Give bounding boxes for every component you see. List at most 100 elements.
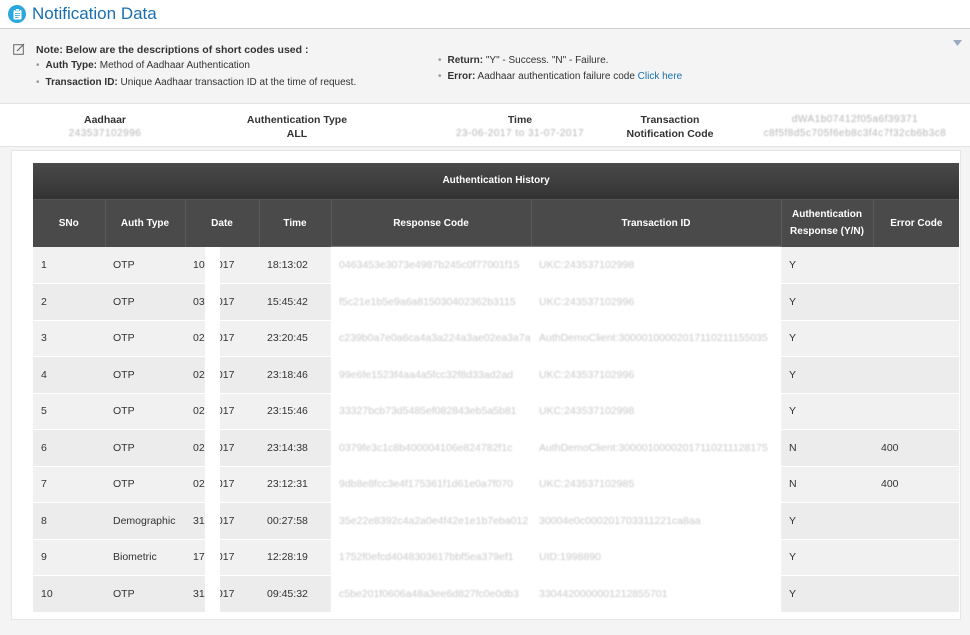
cell-response-code: f5c21e1b5e9a6a815030402362b3115 (331, 283, 531, 321)
cell-error-code (873, 393, 960, 430)
page-title: Notification Data (32, 4, 157, 23)
cell-error-code (873, 283, 960, 321)
cell-response-code: 0463453e3073e4987b245c0f77001f15 (331, 247, 531, 284)
error-codes-link[interactable]: Click here (638, 71, 682, 82)
time-label: Time (507, 114, 533, 126)
cell-auth-type: Demographic (105, 502, 185, 540)
authentication-history-table: Authentication History SNo Auth Type Date T… (33, 163, 960, 613)
table-row: 5 OTP 02- 2017 23:15:46 33327bcb73d5485ef082… (33, 393, 960, 430)
txn-notification-value-1: dWA1b07412f05a6f39371 (791, 114, 919, 125)
summary-bar: Aadhaar 243537102996 Authentication Type… (0, 103, 970, 147)
cell-date: 17- 2017 (185, 539, 259, 576)
cell-auth-response: N (781, 429, 873, 467)
cell-error-code: 400 (873, 429, 960, 467)
cell-auth-type: OTP (105, 429, 185, 467)
cell-date: 31- 2017 (185, 575, 259, 613)
table-caption: Authentication History (33, 163, 960, 200)
cell-error-code (873, 539, 960, 576)
collapse-caret-icon[interactable] (953, 40, 962, 46)
column-header-auth-type[interactable]: Auth Type (105, 199, 186, 247)
cell-error-code (873, 502, 960, 540)
notes-heading: Note: Below are the descriptions of shor… (36, 44, 309, 56)
cell-sno: 5 (33, 393, 105, 430)
column-header-sno[interactable]: SNo (33, 199, 106, 247)
cell-response-code: 33327bcb73d5485ef082843eb5a5b81 (331, 393, 531, 430)
table-row: 4 OTP 02- 2017 23:18:46 99e6fe1523f4aa4a5fcc… (33, 356, 960, 394)
cell-time: 23:18:46 (259, 356, 331, 394)
cell-auth-response: Y (781, 539, 873, 576)
cell-auth-type: OTP (105, 247, 185, 284)
cell-sno: 4 (33, 356, 105, 394)
cell-response-code: 0379fe3c1c8b400004106e824782f1c (331, 429, 531, 467)
cell-error-code (873, 356, 960, 394)
cell-auth-type: Biometric (105, 539, 185, 576)
cell-auth-response: Y (781, 356, 873, 394)
cell-sno: 10 (33, 575, 105, 613)
cell-date: 02- 2017 (185, 429, 259, 467)
cell-sno: 7 (33, 466, 105, 503)
cell-date: 02- 2017 (185, 320, 259, 357)
date-mask-strip (205, 247, 220, 283)
txn-notification-label-top: Transaction (640, 114, 700, 126)
cell-auth-response: Y (781, 283, 873, 321)
cell-auth-type: OTP (105, 575, 185, 613)
cell-sno: 3 (33, 320, 105, 357)
aadhaar-value: 243537102996 (68, 128, 142, 139)
cell-date: 02- 2017 (185, 466, 259, 503)
cell-time: 23:15:46 (259, 393, 331, 430)
column-header-date[interactable]: Date (185, 199, 260, 247)
note-auth-type: Auth Type: Method of Aadhaar Authenticat… (36, 60, 250, 71)
column-header-transaction-id[interactable]: Transaction ID (531, 199, 782, 247)
note-transaction-id: Transaction ID: Unique Aadhaar transacti… (36, 77, 357, 88)
cell-transaction-id: UKC:243537102996 (531, 283, 781, 321)
table-row: 9 Biometric 17- 2017 12:28:19 1752f0efcd4048… (33, 539, 960, 576)
table-row: 1 OTP 10- 2017 18:13:02 0463453e3073e4987b24… (33, 247, 960, 284)
cell-auth-response: Y (781, 502, 873, 540)
cell-time: 15:45:42 (259, 283, 331, 321)
cell-auth-type: OTP (105, 283, 185, 321)
cell-auth-response: Y (781, 247, 873, 284)
cell-sno: 8 (33, 502, 105, 540)
cell-error-code: 400 (873, 466, 960, 503)
cell-time: 00:27:58 (259, 502, 331, 540)
date-mask-strip (205, 284, 220, 320)
date-mask-strip (205, 466, 220, 502)
cell-auth-response: Y (781, 575, 873, 613)
cell-date: 10- 2017 (185, 247, 259, 284)
date-mask-strip (205, 357, 220, 393)
cell-date: 02- 2017 (185, 356, 259, 394)
table-row: 10 OTP 31- 2017 09:45:32 c5be201f0606a48a3ee… (33, 575, 960, 613)
table-row: 3 OTP 02- 2017 23:20:45 c239b0a7e0a6ca4a3a22… (33, 320, 960, 357)
cell-time: 09:45:32 (259, 575, 331, 613)
cell-date: 02- 2017 (185, 393, 259, 430)
cell-transaction-id: UID:1998890 (531, 539, 781, 576)
txn-notification-value-2: c8f5f8d5c705f6eb8c3f4c7f32cb6b3c8 (763, 128, 947, 139)
cell-error-code (873, 575, 960, 613)
notes-section: Note: Below are the descriptions of shor… (0, 30, 970, 102)
cell-auth-type: OTP (105, 320, 185, 357)
cell-error-code (873, 247, 960, 284)
column-header-auth-response[interactable]: Authentication Response (Y/N) (781, 199, 874, 247)
cell-time: 23:20:45 (259, 320, 331, 357)
date-mask-strip (205, 576, 220, 612)
txn-notification-label-bottom: Notification Code (626, 128, 714, 140)
cell-time: 23:14:38 (259, 429, 331, 467)
date-mask-strip (205, 393, 220, 429)
history-panel: Authentication History SNo Auth Type Date T… (11, 150, 961, 620)
column-header-response-code[interactable]: Response Code (331, 199, 532, 247)
column-header-time[interactable]: Time (259, 199, 332, 247)
cell-sno: 6 (33, 429, 105, 467)
cell-date: 31- 2017 (185, 502, 259, 540)
cell-response-code: 35e22e8392c4a2a0e4f42e1e1b7eba012 (331, 502, 531, 540)
cell-auth-response: Y (781, 393, 873, 430)
cell-response-code: 1752f0efcd4048303617bbf5ea379ef1 (331, 539, 531, 576)
cell-transaction-id: UKC:243537102996 (531, 356, 781, 394)
cell-auth-type: OTP (105, 393, 185, 430)
cell-auth-type: OTP (105, 356, 185, 394)
time-value: 23-06-2017 to 31-07-2017 (455, 128, 585, 139)
column-header-error-code[interactable]: Error Code (873, 199, 960, 247)
cell-transaction-id: AuthDemoClient:3000010000201711021115503… (531, 320, 781, 357)
date-mask-strip (205, 430, 220, 466)
cell-auth-response: Y (781, 320, 873, 357)
aadhaar-label: Aadhaar (83, 114, 126, 126)
